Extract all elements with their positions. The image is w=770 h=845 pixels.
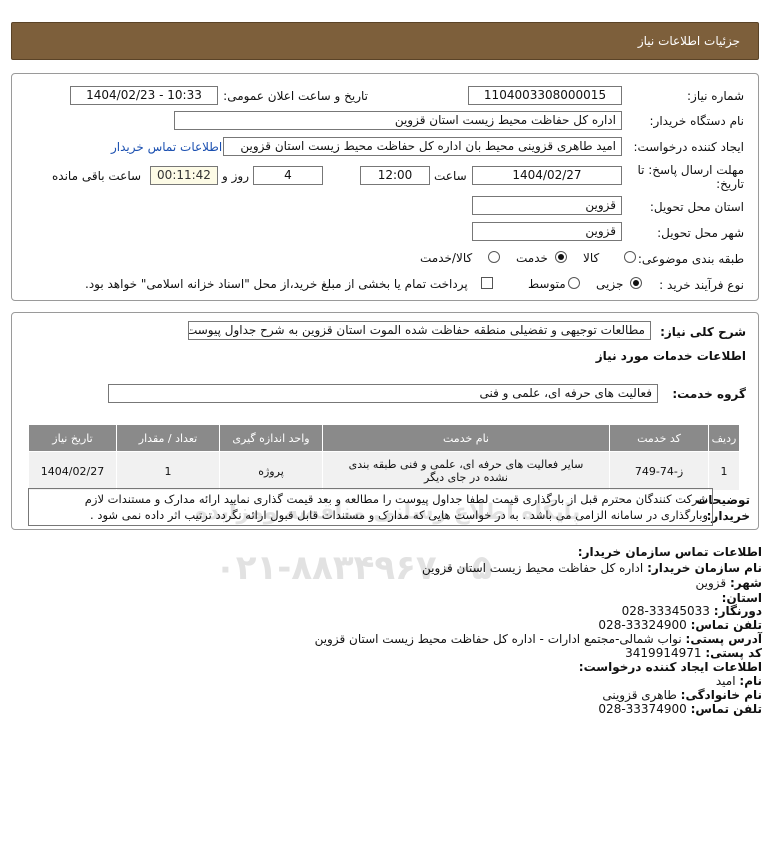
requester-field: امید طاهری قزوینی محیط بان اداره کل حفاظ… bbox=[223, 137, 622, 156]
col-header-unit: واحد اندازه گیری bbox=[219, 424, 323, 452]
announce-label: تاریخ و ساعت اعلان عمومی: bbox=[223, 89, 368, 103]
contact-city: شهر: قزوین bbox=[695, 576, 762, 590]
page-title: جزئیات اطلاعات نیاز bbox=[637, 34, 740, 48]
contact-phone: تلفن تماس: 028-33324900 bbox=[598, 618, 762, 632]
contact-address: آدرس پستی: نواب شمالی-مجتمع ادارات - ادا… bbox=[314, 632, 762, 646]
cell-qty: 1 bbox=[116, 451, 220, 491]
city-label: شهر محل تحویل: bbox=[657, 226, 744, 240]
notes-label-buyer: خریدار: bbox=[706, 509, 750, 523]
deadline-label: مهلت ارسال پاسخ: تا bbox=[637, 163, 744, 177]
creator-phone: تلفن تماس: 028-33374900 bbox=[598, 702, 762, 716]
days-label: روز و bbox=[222, 169, 249, 183]
cell-unit: پروژه bbox=[219, 451, 323, 491]
contact-province: استان: bbox=[721, 591, 762, 605]
buyer-org-label: نام دستگاه خریدار: bbox=[649, 114, 745, 128]
deadline-time-field: 12:00 bbox=[360, 166, 430, 185]
category-option-goods-service: کالا/خدمت bbox=[420, 251, 473, 265]
purchase-option-medium: متوسط bbox=[528, 277, 566, 291]
creator-family: نام خانوادگی: طاهری قزوینی bbox=[602, 688, 762, 702]
contact-postal: کد پستی: 3419914971 bbox=[625, 646, 762, 660]
col-header-code: کد خدمت bbox=[609, 424, 709, 452]
purchase-option-minor: جزیی bbox=[596, 277, 624, 291]
cell-name: سایر فعالیت های حرفه ای، علمی و فنی طبقه… bbox=[322, 451, 610, 491]
cell-row: 1 bbox=[708, 451, 740, 491]
creator-name: نام: امید bbox=[715, 674, 762, 688]
buyer-contact-link[interactable]: اطلاعات تماس خریدار bbox=[111, 140, 222, 154]
col-header-qty: تعداد / مقدار bbox=[116, 424, 220, 452]
cell-code: ز-74-749 bbox=[609, 451, 709, 491]
need-number-label: شماره نیاز: bbox=[687, 89, 744, 103]
category-option-service: خدمت bbox=[516, 251, 548, 265]
notes-line-2: وبارگذاری در سامانه الزامی می باشد . به … bbox=[90, 508, 708, 522]
creator-title: اطلاعات ایجاد کننده درخواست: bbox=[578, 660, 762, 674]
purchase-radio-minor[interactable] bbox=[630, 277, 642, 289]
services-title: اطلاعات خدمات مورد نیاز bbox=[595, 349, 746, 363]
contact-fax: دورنگار: 028-33345033 bbox=[621, 604, 762, 618]
category-label: طبقه بندی موضوعی: bbox=[637, 252, 744, 266]
category-radio-goods-service[interactable] bbox=[488, 251, 500, 263]
cell-date: 1404/02/27 bbox=[28, 451, 117, 491]
requester-label: ایجاد کننده درخواست: bbox=[633, 140, 744, 154]
announce-field: 1404/02/23 - 10:33 bbox=[70, 86, 218, 105]
purchase-type-label: نوع فرآیند خرید : bbox=[659, 278, 744, 292]
need-info-panel bbox=[11, 73, 759, 301]
province-label: استان محل تحویل: bbox=[649, 200, 744, 214]
treasury-payment-note: پرداخت تمام یا بخشی از مبلغ خرید،از محل … bbox=[85, 277, 468, 291]
services-table: ردیف کد خدمت نام خدمت واحد اندازه گیری ت… bbox=[28, 424, 740, 491]
service-group-label: گروه خدمت: bbox=[672, 387, 746, 401]
table-row: 1 ز-74-749 سایر فعالیت های حرفه ای، علمی… bbox=[28, 451, 740, 491]
remaining-label: ساعت باقی مانده bbox=[52, 169, 142, 183]
remaining-time-field: 00:11:42 bbox=[150, 166, 218, 185]
col-header-date: تاریخ نیاز bbox=[28, 424, 117, 452]
summary-label: شرح کلی نیاز: bbox=[660, 325, 746, 339]
summary-field: مطالعات توجیهی و تفضیلی منطقه حفاظت شده … bbox=[188, 321, 651, 340]
city-field: قزوین bbox=[472, 222, 622, 241]
col-header-name: نام خدمت bbox=[322, 424, 610, 452]
need-number-field: 1104003308000015 bbox=[468, 86, 622, 105]
deadline-label-date: تاریخ: bbox=[716, 177, 744, 191]
treasury-payment-checkbox[interactable] bbox=[481, 277, 493, 289]
category-radio-service[interactable] bbox=[555, 251, 567, 263]
days-field: 4 bbox=[253, 166, 323, 185]
purchase-radio-medium[interactable] bbox=[568, 277, 580, 289]
time-label: ساعت bbox=[434, 169, 467, 183]
category-radio-goods[interactable] bbox=[624, 251, 636, 263]
deadline-date-field: 1404/02/27 bbox=[472, 166, 622, 185]
province-field: قزوین bbox=[472, 196, 622, 215]
contact-org: نام سازمان خریدار: اداره کل حفاظت محیط ز… bbox=[422, 561, 762, 575]
buyer-org-field: اداره کل حفاظت محیط زیست استان قزوین bbox=[174, 111, 622, 130]
service-group-field: فعالیت های حرفه ای، علمی و فنی bbox=[108, 384, 658, 403]
notes-line-1: شرکت کنندگان محترم قبل از بارگذاری قیمت … bbox=[84, 492, 708, 506]
contact-title: اطلاعات تماس سازمان خریدار: bbox=[577, 545, 762, 559]
col-header-row: ردیف bbox=[708, 424, 740, 452]
category-option-goods: کالا bbox=[583, 251, 600, 265]
page-header: جزئیات اطلاعات نیاز bbox=[11, 22, 759, 60]
